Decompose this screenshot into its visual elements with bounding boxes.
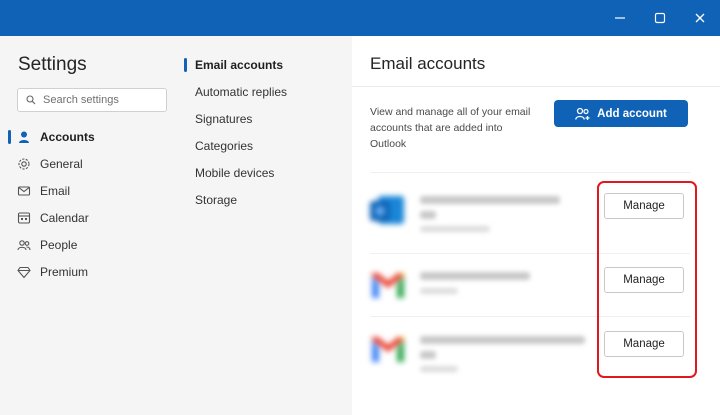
account-row	[368, 262, 598, 312]
sidebar-item-calendar[interactable]: Calendar	[16, 208, 89, 228]
calendar-icon	[16, 210, 32, 226]
close-button[interactable]	[680, 0, 720, 36]
account-email-blurred	[420, 196, 560, 204]
subnav-item-mobile-devices[interactable]: Mobile devices	[195, 164, 274, 182]
gmail-icon	[372, 337, 404, 362]
search-placeholder: Search settings	[43, 94, 119, 106]
outlook-icon	[370, 196, 404, 224]
account-email-blurred	[420, 336, 585, 344]
sidebar-item-label: Calendar	[40, 211, 89, 225]
divider	[370, 172, 690, 173]
gear-icon	[16, 156, 32, 172]
gmail-icon	[372, 273, 404, 298]
close-icon	[695, 13, 705, 23]
minimize-icon	[615, 17, 625, 19]
subnav-item-automatic-replies[interactable]: Automatic replies	[195, 83, 287, 101]
page-title: Email accounts	[370, 54, 486, 73]
maximize-icon	[654, 12, 666, 24]
mail-icon	[16, 183, 32, 199]
account-type-blurred	[420, 226, 490, 232]
add-account-label: Add account	[597, 107, 667, 120]
account-type-blurred	[420, 288, 458, 294]
settings-title: Settings	[18, 54, 87, 75]
minimize-button[interactable]	[600, 0, 640, 36]
highlight-box	[597, 181, 697, 378]
account-row	[368, 186, 598, 236]
nav-active-indicator	[8, 130, 11, 144]
account-row	[368, 326, 598, 376]
account-email-blurred	[420, 351, 436, 359]
subnav-item-signatures[interactable]: Signatures	[195, 110, 252, 128]
people-icon	[16, 237, 32, 253]
sidebar-item-label: Email	[40, 184, 71, 198]
person-icon	[16, 129, 32, 145]
search-icon	[26, 95, 36, 105]
sidebar-item-label: General	[40, 157, 83, 171]
account-type-blurred	[420, 366, 458, 372]
sidebar-item-label: Accounts	[40, 130, 95, 144]
subnav-item-email-accounts[interactable]: Email accounts	[195, 56, 283, 74]
account-email-blurred	[420, 272, 530, 280]
subnav-active-indicator	[184, 58, 187, 72]
maximize-button[interactable]	[640, 0, 680, 36]
subnav-item-storage[interactable]: Storage	[195, 191, 237, 209]
sidebar-item-label: Premium	[40, 265, 89, 279]
description-text: View and manage all of your email accoun…	[370, 106, 531, 150]
sidebar-item-people[interactable]: People	[16, 235, 77, 255]
subnav-item-categories[interactable]: Categories	[195, 137, 253, 155]
sidebar-item-accounts[interactable]: Accounts	[16, 127, 95, 147]
add-person-icon	[575, 107, 590, 120]
sidebar-item-email[interactable]: Email	[16, 181, 70, 201]
account-email-blurred	[420, 211, 436, 219]
add-account-button[interactable]: Add account	[554, 100, 688, 127]
diamond-icon	[16, 264, 32, 280]
sidebar-item-label: People	[40, 238, 78, 252]
search-input[interactable]: Search settings	[17, 88, 167, 112]
sidebar-item-general[interactable]: General	[16, 154, 83, 174]
divider	[352, 86, 720, 87]
sidebar-item-premium[interactable]: Premium	[16, 262, 88, 282]
